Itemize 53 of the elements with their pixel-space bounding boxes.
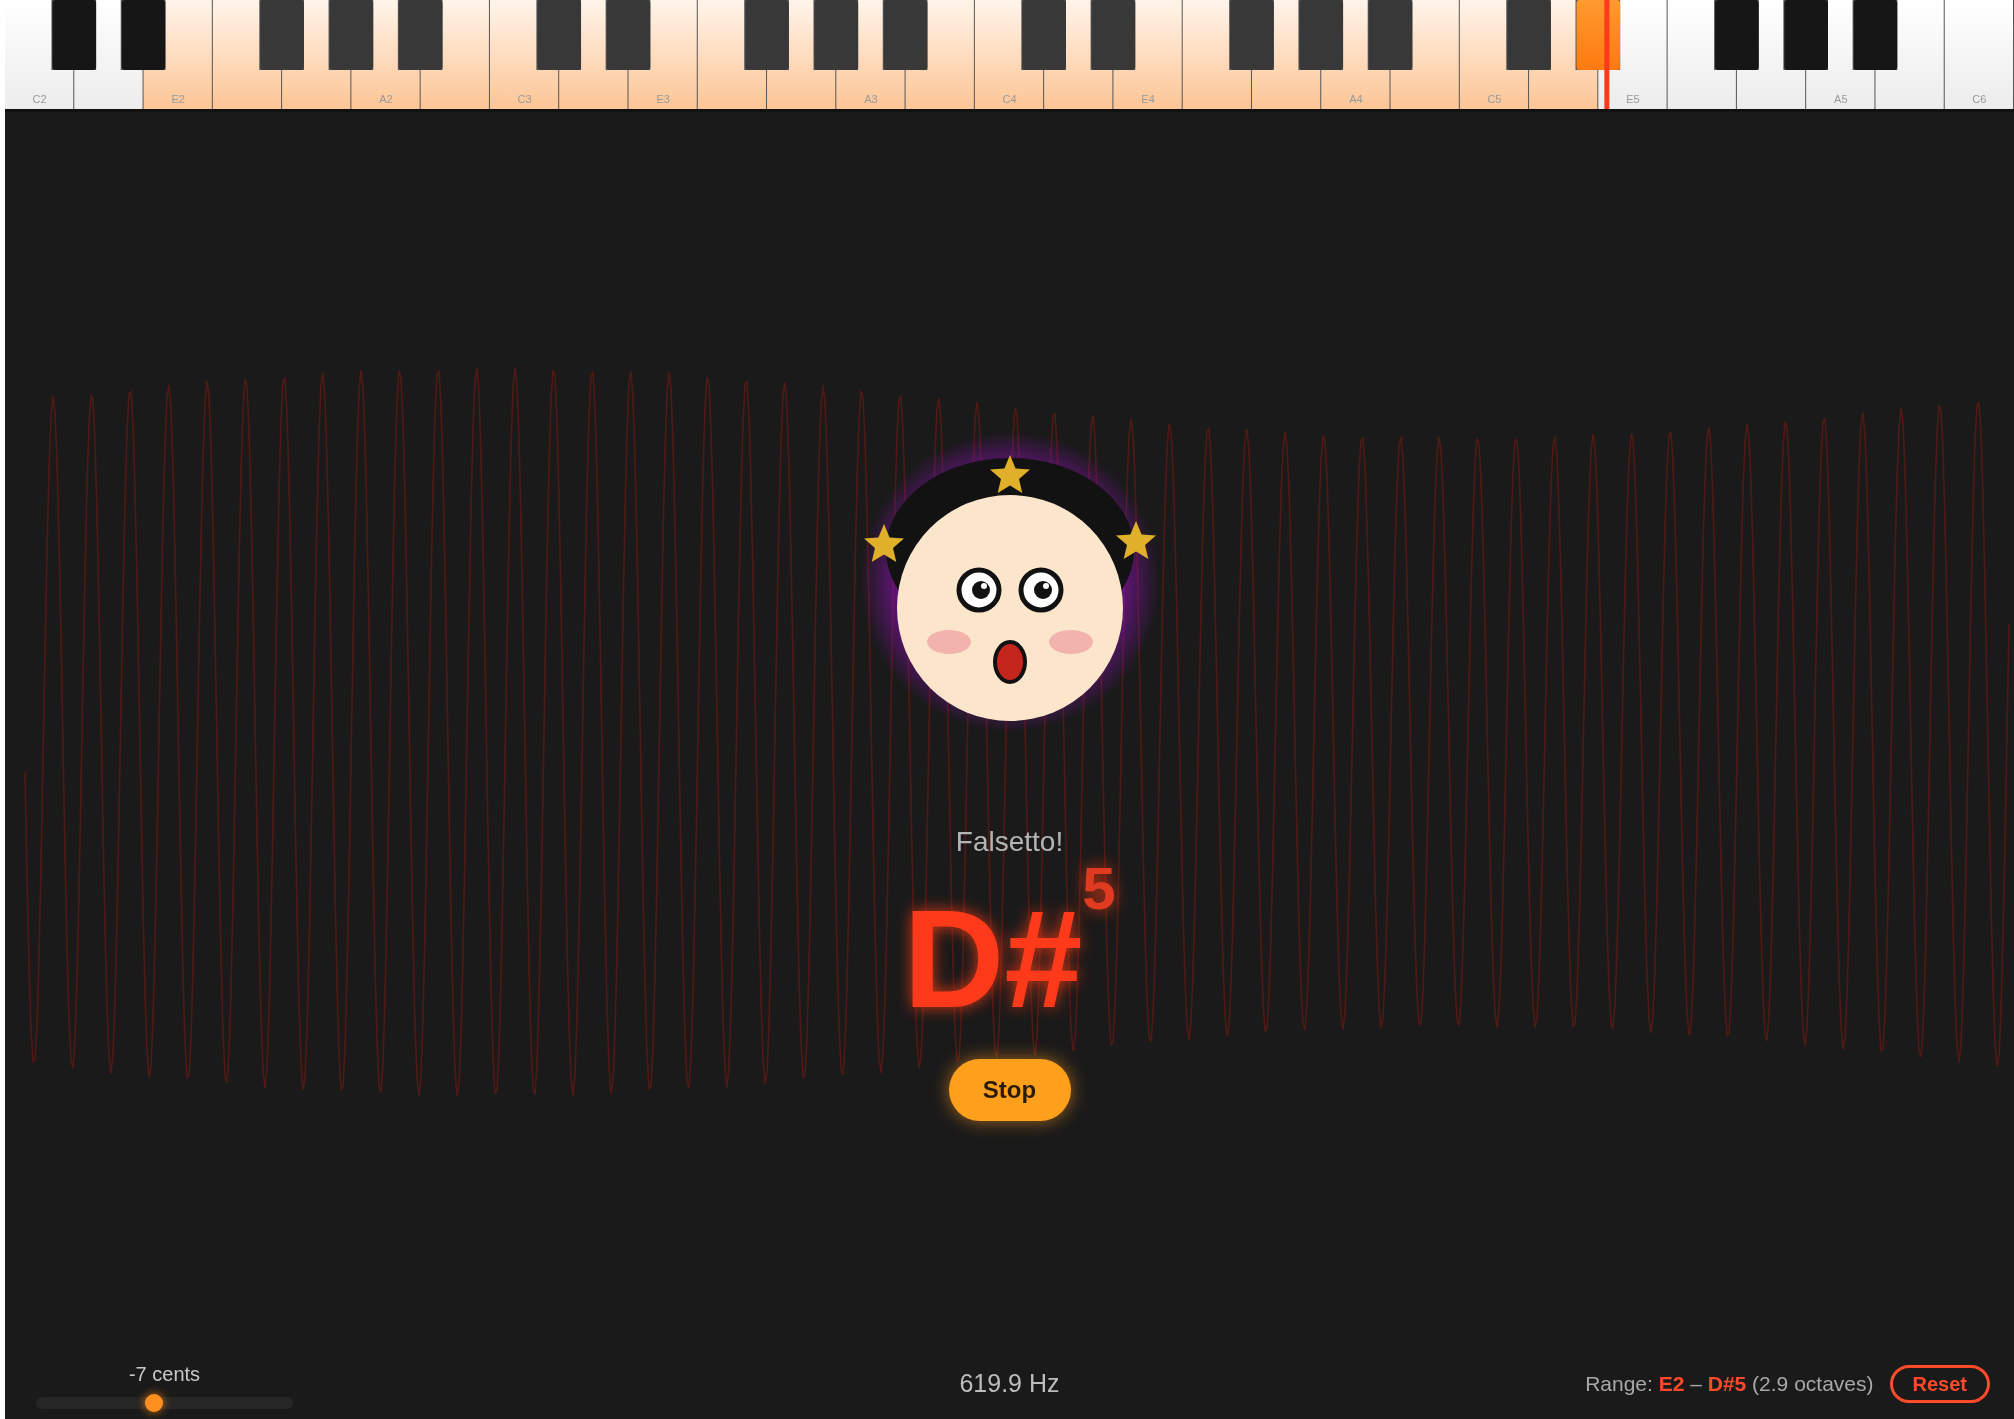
key-label: C2	[32, 93, 47, 105]
natural-key[interactable]	[489, 0, 559, 109]
natural-key[interactable]	[143, 0, 212, 109]
natural-key[interactable]	[905, 0, 974, 109]
detected-note: D#$^{5}$	[902, 869, 1117, 1039]
key-label: A3	[864, 93, 878, 105]
key-label: E2	[171, 93, 185, 105]
key-label: E5	[1626, 93, 1640, 105]
key-label: A5	[1834, 93, 1848, 105]
key-label: A2	[379, 93, 393, 105]
natural-key[interactable]	[559, 0, 628, 109]
natural-key[interactable]	[628, 0, 697, 109]
key-label: E3	[656, 93, 670, 105]
natural-key[interactable]	[1251, 0, 1321, 109]
sharp-key[interactable]	[1299, 0, 1344, 70]
natural-key[interactable]	[1806, 0, 1875, 109]
key-label: A4	[1349, 93, 1363, 105]
sharp-key[interactable]	[814, 0, 859, 70]
key-label: C4	[1002, 93, 1017, 105]
stop-button[interactable]: Stop	[948, 1059, 1071, 1121]
natural-key[interactable]	[420, 0, 489, 109]
natural-key[interactable]	[212, 0, 282, 109]
key-label: C6	[1972, 93, 1987, 105]
sharp-key[interactable]	[329, 0, 374, 70]
natural-key[interactable]	[351, 0, 420, 109]
vocal-range-text: Range: E2 – D#5 (2.9 octaves)	[1585, 1371, 1874, 1398]
natural-key[interactable]	[74, 0, 143, 109]
key-label: E4	[1141, 93, 1155, 105]
natural-key[interactable]	[1529, 0, 1598, 109]
voice-type-label: Falsetto!	[955, 825, 1064, 859]
key-label: C3	[517, 93, 532, 105]
frequency-reading: 619.9 Hz	[959, 1368, 1060, 1400]
cents-reading: -7 cents	[128, 1362, 201, 1387]
key-label: C5	[1487, 93, 1502, 105]
natural-key[interactable]	[836, 0, 905, 109]
natural-key[interactable]	[5, 0, 74, 109]
natural-key[interactable]	[1459, 0, 1529, 109]
natural-key[interactable]	[282, 0, 351, 109]
natural-key[interactable]	[1182, 0, 1251, 109]
natural-key[interactable]	[767, 0, 836, 109]
natural-key[interactable]	[1390, 0, 1459, 109]
natural-key[interactable]	[697, 0, 767, 109]
reset-button[interactable]: Reset	[1889, 1365, 1990, 1403]
natural-key[interactable]	[1667, 0, 1736, 109]
natural-key[interactable]	[1044, 0, 1113, 109]
sharp-key[interactable]	[537, 0, 582, 70]
natural-key[interactable]	[1113, 0, 1182, 109]
natural-key[interactable]	[1321, 0, 1390, 109]
natural-key[interactable]	[974, 0, 1044, 109]
natural-key[interactable]	[1736, 0, 1806, 109]
natural-key[interactable]	[1875, 0, 1944, 109]
sharp-key[interactable]	[1853, 0, 1898, 70]
sharp-key[interactable]	[52, 0, 97, 70]
